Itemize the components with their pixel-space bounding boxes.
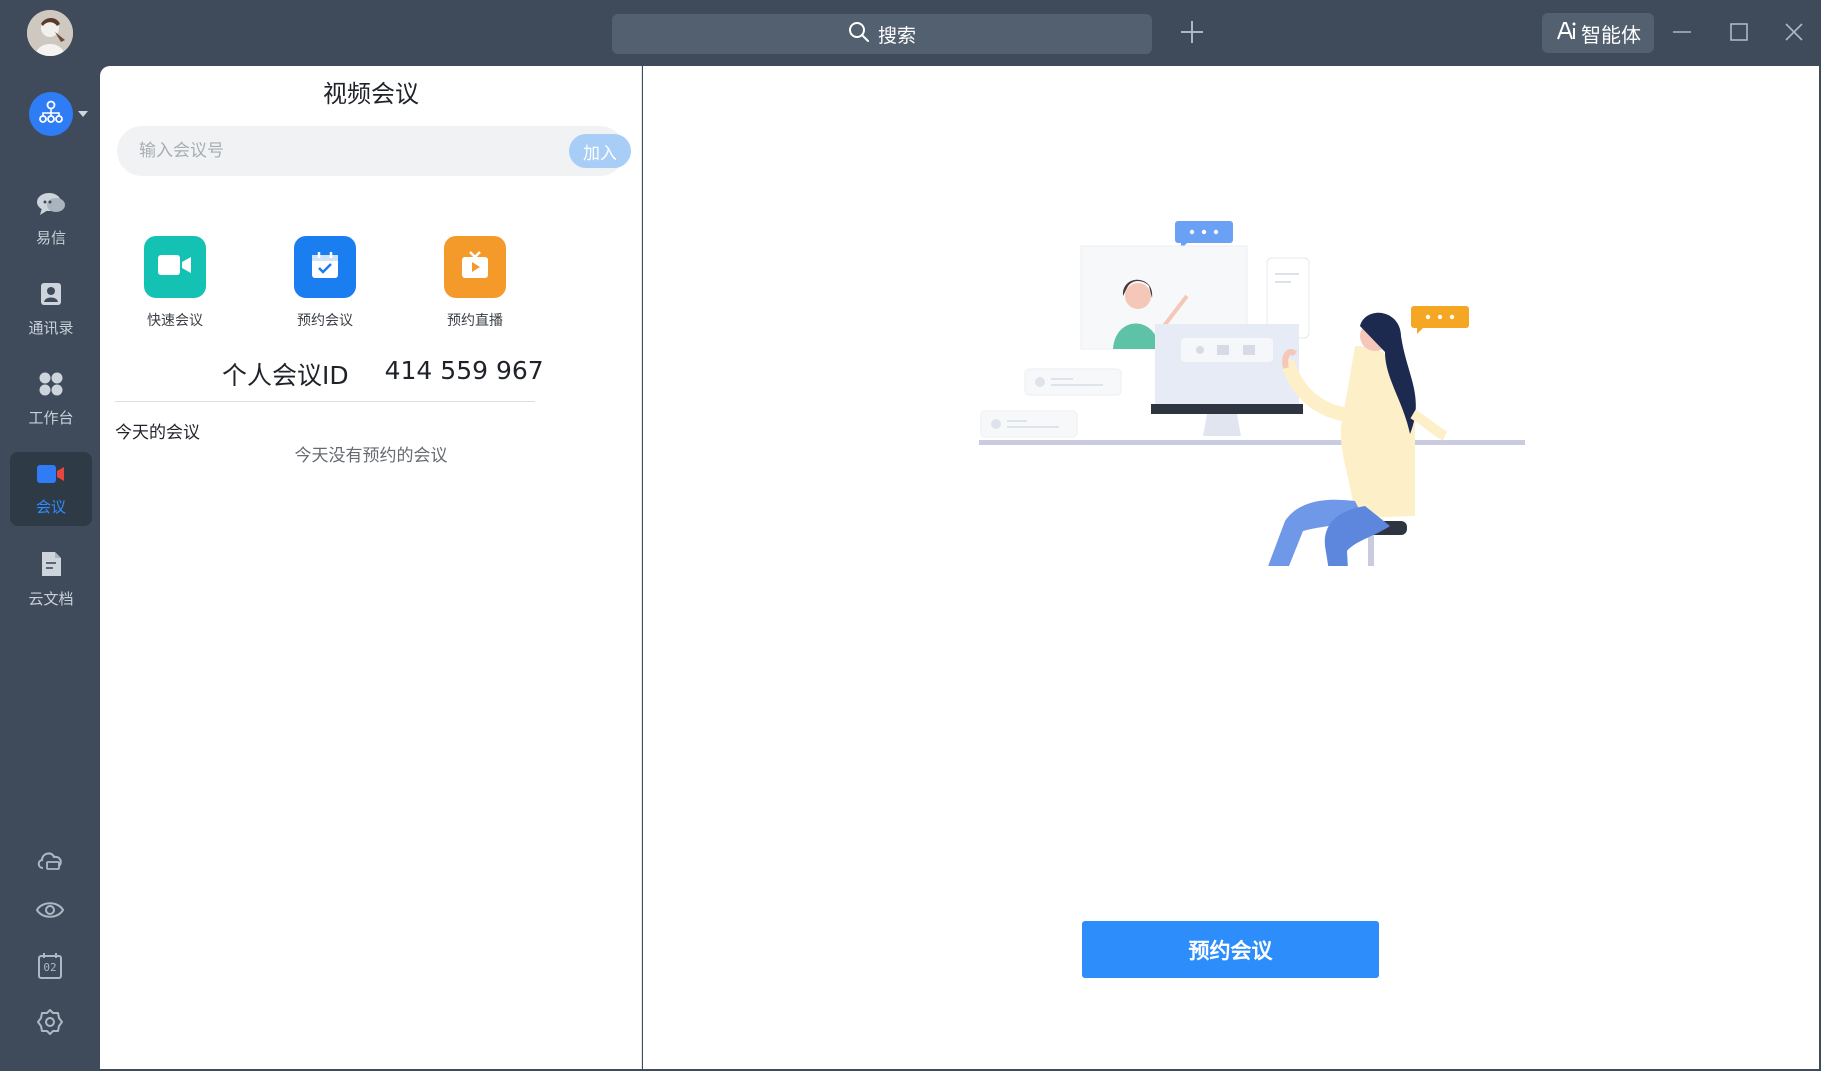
video-meeting-illustration <box>955 146 1535 624</box>
minimize-icon <box>1672 22 1692 46</box>
schedule-live-tile <box>444 236 506 298</box>
contacts-icon <box>38 281 64 311</box>
schedule-live-button[interactable]: 预约直播 <box>420 236 530 330</box>
cloud-icon <box>35 848 65 876</box>
add-button[interactable] <box>1172 14 1212 54</box>
view-button[interactable] <box>30 892 70 932</box>
agent-icon <box>1555 20 1577 47</box>
org-tree-icon <box>38 99 64 129</box>
meeting-number-input[interactable] <box>139 126 519 176</box>
eye-icon <box>35 899 65 925</box>
title-bar: 搜索 智能体 <box>0 0 1821 66</box>
today-meetings-title: 今天的会议 <box>115 423 200 443</box>
apps-grid-icon <box>38 371 64 401</box>
agent-label: 智能体 <box>1581 22 1641 47</box>
schedule-meeting-tile <box>294 236 356 298</box>
nav-label: 易信 <box>35 228 66 247</box>
personal-id-label: 个人会议ID <box>222 361 349 390</box>
chat-bubble-icon <box>36 191 66 221</box>
meeting-panel: 视频会议 加入 快速会议 预约会议 预约直播 个人会议ID 414 559 96 <box>100 66 642 1069</box>
nav-item-contacts[interactable]: 通讯录 <box>10 272 92 346</box>
calendar-day: 02 <box>43 961 57 974</box>
personal-meeting-id: 个人会议ID 414 559 967 <box>222 356 544 392</box>
maximize-button[interactable] <box>1719 14 1759 54</box>
nav-label: 云文档 <box>28 589 74 608</box>
schedule-live-label: 预约直播 <box>447 313 503 329</box>
nav-item-cloud-docs[interactable]: 云文档 <box>10 542 92 616</box>
calendar-button[interactable]: 02 <box>30 946 70 986</box>
schedule-meeting-label: 预约会议 <box>297 313 353 329</box>
calendar-check-icon <box>310 250 340 284</box>
gear-icon <box>36 1008 64 1040</box>
divider <box>115 401 535 402</box>
cloud-storage-button[interactable] <box>30 842 70 882</box>
plus-icon <box>1179 19 1205 49</box>
minimize-button[interactable] <box>1662 14 1702 54</box>
nav-label: 会议 <box>35 497 66 516</box>
org-switcher-button[interactable] <box>29 92 73 136</box>
search-bar[interactable]: 搜索 <box>612 14 1152 54</box>
calendar-icon: 02 <box>37 952 63 980</box>
video-camera-icon <box>157 253 193 281</box>
video-camera-icon <box>36 462 66 490</box>
quick-meeting-button[interactable]: 快速会议 <box>120 236 230 330</box>
quick-meeting-tile <box>144 236 206 298</box>
avatar[interactable] <box>27 10 73 56</box>
close-icon <box>1784 22 1804 46</box>
nav-item-meetings[interactable]: 会议 <box>10 452 92 526</box>
nav-label: 通讯录 <box>28 318 74 337</box>
nav-item-workbench[interactable]: 工作台 <box>10 362 92 436</box>
nav-item-messages[interactable]: 易信 <box>10 182 92 256</box>
join-meeting-box: 加入 <box>117 126 631 176</box>
maximize-icon <box>1729 22 1749 46</box>
settings-button[interactable] <box>30 1004 70 1044</box>
nav-label: 工作台 <box>28 408 74 427</box>
nav-rail: 易信 通讯录 工作台 会议 云文档 02 <box>0 66 100 1071</box>
close-button[interactable] <box>1774 14 1814 54</box>
agent-button[interactable]: 智能体 <box>1542 13 1654 53</box>
search-icon <box>848 21 870 48</box>
live-tv-icon <box>460 250 490 284</box>
personal-id-value: 414 559 967 <box>384 356 544 385</box>
schedule-meeting-primary-button[interactable]: 预约会议 <box>1082 921 1379 978</box>
empty-state-text: 今天没有预约的会议 <box>294 446 448 466</box>
quick-meeting-label: 快速会议 <box>147 313 203 329</box>
page-title: 视频会议 <box>323 80 419 108</box>
search-label: 搜索 <box>877 24 916 47</box>
join-button[interactable]: 加入 <box>569 134 631 168</box>
chevron-down-icon[interactable] <box>78 111 88 117</box>
document-icon <box>38 550 64 582</box>
main-content: 预约会议 <box>643 66 1819 1069</box>
schedule-meeting-button[interactable]: 预约会议 <box>270 236 380 330</box>
